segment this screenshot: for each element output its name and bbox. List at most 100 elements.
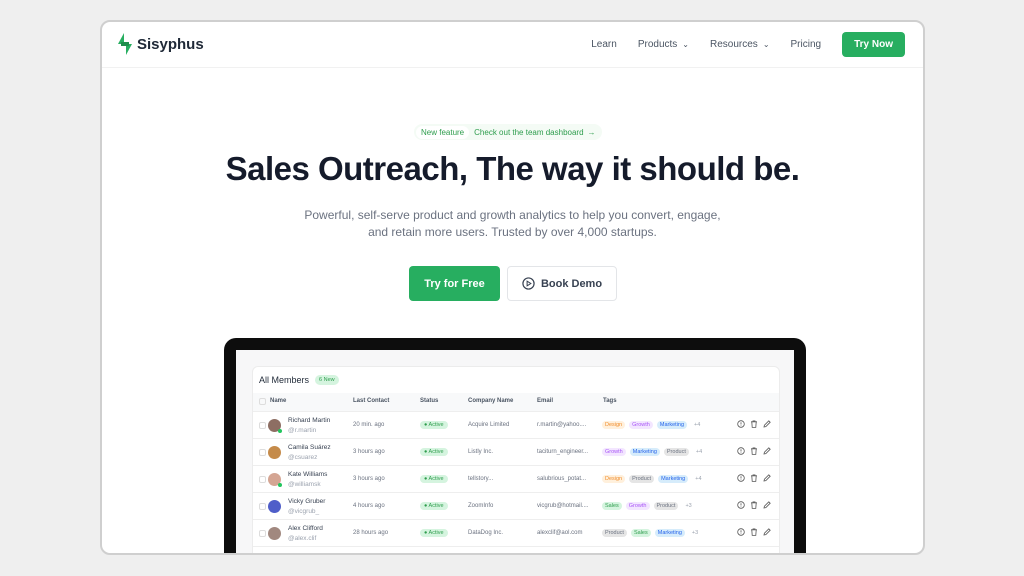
tag: Sales [630, 529, 651, 537]
book-demo-button[interactable]: Book Demo [507, 266, 617, 301]
email: salubrious_potat... [537, 476, 587, 482]
last-contact: 28 hours ago [353, 530, 389, 536]
navbar: Sisyphus Learn Products ⌄ Resources ⌄ Pricing… [102, 22, 923, 68]
info-icon[interactable] [737, 501, 745, 509]
table-header: Name Last Contact Status Company Name Email T… [253, 393, 779, 411]
chevron-down-icon: ⌄ [682, 40, 689, 49]
info-icon[interactable] [737, 420, 745, 428]
tag: Marketing [658, 475, 689, 483]
edit-pencil-icon[interactable] [763, 501, 771, 509]
feature-badge[interactable]: New feature Check out the team dashboard… [414, 124, 602, 140]
nav-link-label: Resources [710, 39, 758, 50]
row-checkbox[interactable] [259, 476, 266, 483]
trash-icon[interactable] [750, 501, 758, 509]
edit-pencil-icon[interactable] [763, 528, 771, 536]
new-feature-label: New feature [416, 125, 470, 139]
table-row[interactable]: Kate Williams @williamsk 3 hours ago ● Acti… [253, 465, 779, 492]
laptop-screen: All Members 6 New Name Last Contact Status C… [236, 350, 794, 553]
status-label: Active [428, 449, 444, 455]
new-count-badge: 6 New [315, 375, 339, 385]
trash-icon[interactable] [750, 420, 758, 428]
more-tags[interactable]: +3 [682, 502, 694, 510]
row-checkbox[interactable] [259, 422, 266, 429]
info-icon[interactable] [737, 447, 745, 455]
info-icon[interactable] [737, 474, 745, 482]
try-now-button[interactable]: Try Now [842, 32, 905, 57]
member-name: Richard Martin [288, 417, 331, 424]
subtitle-line: Powerful, self-serve product and growth … [304, 208, 721, 222]
members-table: All Members 6 New Name Last Contact Status C… [252, 366, 780, 553]
team-dashboard-link[interactable]: Check out the team dashboard [469, 128, 587, 137]
table-row[interactable]: Alex Clifford @alex.clif 28 hours ago ● Act… [253, 519, 779, 546]
tag: Growth [629, 421, 653, 429]
status-badge: ● Active [420, 529, 448, 537]
tag: Marketing [654, 529, 685, 537]
table-row[interactable]: Richard Martin @r.martin 20 min. ago ● Acti… [253, 411, 779, 438]
bolt-logo-icon [118, 33, 132, 55]
company-name: Listly Inc. [468, 449, 494, 455]
nav-link-resources[interactable]: Resources ⌄ [710, 39, 770, 50]
column-header[interactable]: Name [270, 398, 286, 404]
online-indicator [278, 429, 282, 433]
more-tags[interactable]: +4 [691, 421, 703, 429]
nav-link-label: Learn [591, 39, 617, 50]
column-header[interactable]: Status [420, 398, 438, 404]
table-title: All Members [259, 375, 310, 385]
tag: Marketing [629, 448, 660, 456]
row-checkbox[interactable] [259, 449, 266, 456]
last-contact: 3 hours ago [353, 476, 385, 482]
tag: Sales [602, 502, 622, 510]
trash-icon[interactable] [750, 447, 758, 455]
logo[interactable]: Sisyphus [118, 33, 204, 55]
book-demo-label: Book Demo [540, 277, 603, 290]
row-checkbox[interactable] [259, 503, 266, 510]
tag: Product [629, 475, 655, 483]
nav-link-label: Pricing [790, 39, 822, 50]
status-badge: ● Active [420, 502, 448, 510]
nav-link-products[interactable]: Products ⌄ [638, 39, 689, 50]
company-name: Acquire Limited [468, 422, 510, 428]
trash-icon[interactable] [750, 474, 758, 482]
nav-link-learn[interactable]: Learn [591, 39, 617, 50]
edit-pencil-icon[interactable] [763, 420, 771, 428]
table-row[interactable] [253, 546, 779, 553]
row-checkbox[interactable] [259, 530, 266, 537]
page-title: Sales Outreach, The way it should be. [225, 150, 800, 187]
edit-pencil-icon[interactable] [763, 447, 771, 455]
edit-pencil-icon[interactable] [763, 474, 771, 482]
play-circle-icon [522, 277, 535, 290]
email: vicgrub@hotmail.... [537, 503, 589, 509]
try-for-free-button[interactable]: Try for Free [409, 266, 500, 301]
tag: Growth [602, 448, 626, 456]
info-icon[interactable] [737, 528, 745, 536]
member-handle: @alex.clif [288, 535, 317, 542]
column-header[interactable]: Email [537, 398, 553, 404]
trash-icon[interactable] [750, 528, 758, 536]
avatar [268, 500, 281, 513]
online-indicator [278, 483, 282, 487]
email: r.martin@yahoo.... [537, 422, 587, 428]
member-handle: @csuarez [288, 454, 318, 461]
status-badge: ● Active [420, 421, 448, 429]
nav-link-pricing[interactable]: Pricing [791, 39, 822, 50]
column-header[interactable]: Last Contact [353, 398, 389, 404]
table-row[interactable]: Vicky Gruber @vicgrub_ 4 hours ago ● Active… [253, 492, 779, 519]
arrow-right-icon: → [587, 127, 596, 137]
column-header[interactable]: Company Name [468, 398, 513, 404]
more-tags[interactable]: +4 [692, 475, 704, 483]
last-contact: 3 hours ago [353, 449, 385, 455]
select-all-checkbox[interactable] [259, 398, 266, 405]
member-handle: @williamsk [288, 481, 321, 488]
more-tags[interactable]: +4 [693, 448, 705, 456]
email: taciturn_engineer... [537, 449, 589, 455]
company-name: ZoomInfo [468, 503, 494, 509]
status-label: Active [428, 476, 444, 482]
member-name: Camila Suárez [288, 444, 331, 451]
avatar [268, 527, 281, 540]
company-name: DataDog Inc. [468, 530, 504, 536]
more-tags[interactable]: +3 [689, 529, 701, 537]
column-header[interactable]: Tags [603, 398, 617, 404]
tag: Design [602, 421, 626, 429]
table-row[interactable]: Camila Suárez @csuarez 3 hours ago ● Active… [253, 438, 779, 465]
brand-name: Sisyphus [137, 35, 204, 53]
